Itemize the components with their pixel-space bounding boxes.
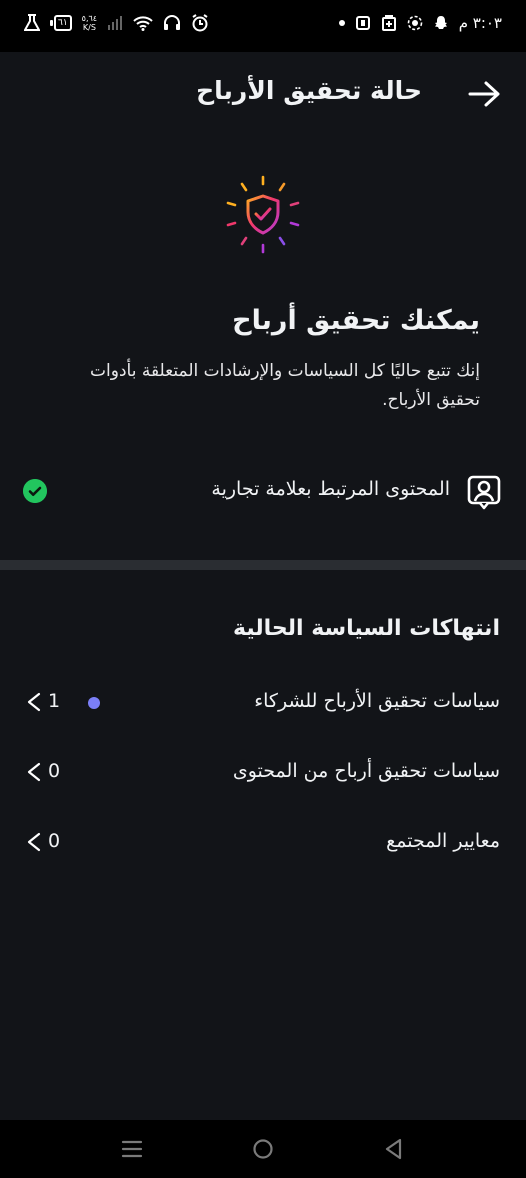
new-indicator-dot xyxy=(88,697,100,709)
wifi-icon xyxy=(133,16,153,31)
battery-level: ٦١ xyxy=(54,15,72,31)
app-notification-icon xyxy=(407,15,423,31)
violations-title: انتهاكات السياسة الحالية xyxy=(233,616,500,641)
alarm-icon xyxy=(192,14,208,32)
violation-count: 0 xyxy=(48,760,61,782)
eligibility-headline: يمكنك تحقيق أرباح xyxy=(232,305,480,336)
back-arrow-icon[interactable] xyxy=(466,80,502,108)
policy-row-partner-monetization[interactable]: سياسات تحقيق الأرباح للشركاء 1 xyxy=(0,678,526,728)
policy-label: معايير المجتمع xyxy=(386,830,500,852)
check-circle-icon xyxy=(23,479,47,503)
status-right: ٣:٠٣ م xyxy=(338,14,502,32)
eligibility-description: إنك تتبع حاليًا كل السياسات والإرشادات ا… xyxy=(90,361,480,410)
signal-icon xyxy=(108,16,123,30)
policy-label: سياسات تحقيق أرباح من المحتوى xyxy=(232,760,500,782)
network-speed: ٥,٦٤ K/S xyxy=(82,14,97,32)
headset-icon xyxy=(164,15,181,30)
policy-label: سياسات تحقيق الأرباح للشركاء xyxy=(254,690,500,712)
violation-count: 0 xyxy=(48,830,61,852)
network-speed-value: ٥,٦٤ xyxy=(81,14,98,23)
chevron-left-icon xyxy=(27,762,41,782)
back-nav-icon[interactable] xyxy=(381,1136,407,1162)
snapchat-icon xyxy=(434,16,447,29)
policy-row-community-standards[interactable]: معايير المجتمع 0 xyxy=(0,818,526,868)
branded-content-icon xyxy=(467,475,501,510)
app-bar: حالة تحقيق الأرباح xyxy=(0,52,526,136)
network-speed-unit: K/S xyxy=(82,23,96,32)
section-divider xyxy=(0,560,526,570)
clipboard-icon xyxy=(381,15,396,31)
system-nav-bar xyxy=(0,1120,526,1178)
status-left: ٦١ ٥,٦٤ K/S xyxy=(24,14,209,32)
policy-row-content-monetization[interactable]: سياسات تحقيق أرباح من المحتوى 0 xyxy=(0,748,526,798)
violation-count: 1 xyxy=(48,690,61,712)
battery-icon: ٦١ xyxy=(50,15,72,31)
branded-content-row[interactable]: المحتوى المرتبط بعلامة تجارية xyxy=(0,466,526,514)
verified-shield-icon xyxy=(226,175,300,254)
chevron-left-icon xyxy=(27,692,41,712)
lab-flask-icon xyxy=(24,14,40,31)
chevron-left-icon xyxy=(27,832,41,852)
branded-content-label: المحتوى المرتبط بعلامة تجارية xyxy=(211,478,450,500)
home-icon[interactable] xyxy=(250,1136,276,1162)
clock: ٣:٠٣ م xyxy=(458,14,502,32)
page-title: حالة تحقيق الأرباح xyxy=(196,76,422,105)
status-bar: ٦١ ٥,٦٤ K/S ٣:٠٣ م xyxy=(0,0,526,52)
notification-dot-icon xyxy=(338,20,345,26)
vpn-key-icon xyxy=(355,16,370,30)
recent-apps-icon[interactable] xyxy=(119,1136,145,1162)
